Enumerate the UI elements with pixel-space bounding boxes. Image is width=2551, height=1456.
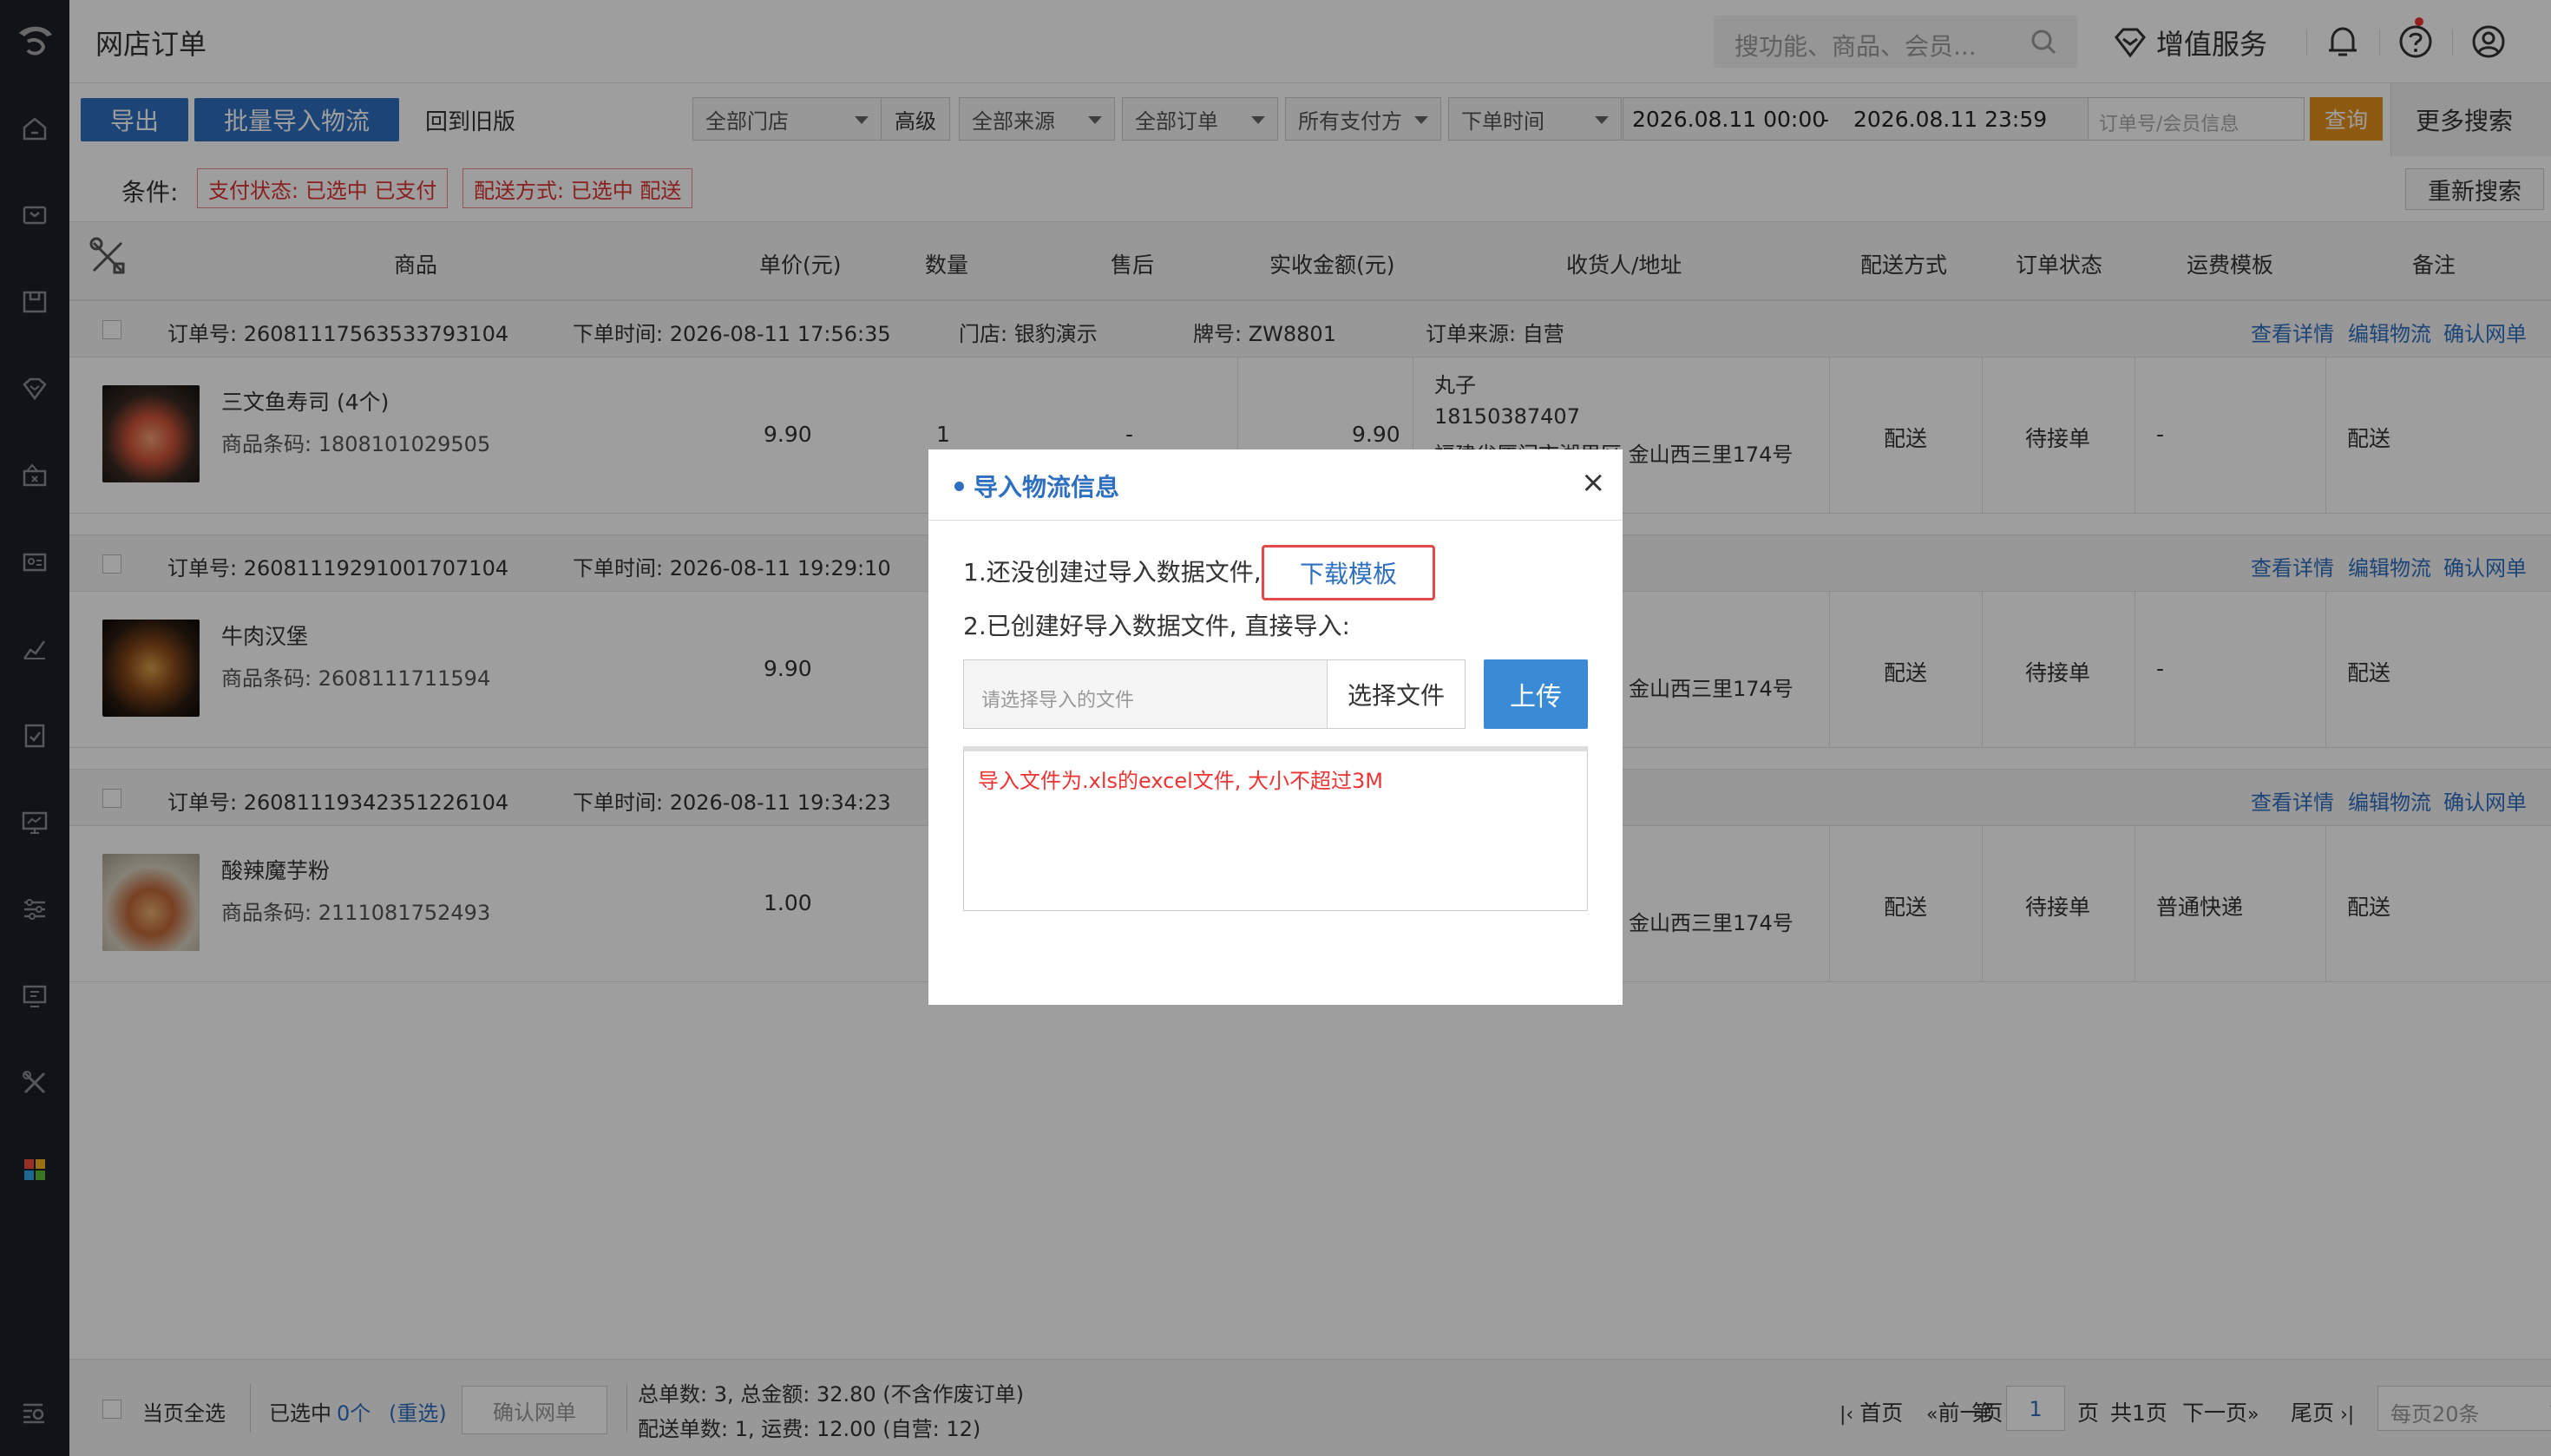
import-hint-text: 导入文件为.xls的excel文件, 大小不超过3M (978, 769, 1383, 793)
title-dot (954, 482, 964, 491)
download-template-button[interactable]: 下载模板 (1262, 545, 1435, 600)
dialog-title: 导入物流信息 (974, 473, 1120, 502)
choose-file-button[interactable]: 选择文件 (1327, 659, 1466, 729)
step1-text: 1.还没创建过导入数据文件, (963, 558, 1262, 587)
upload-button[interactable]: 上传 (1484, 659, 1588, 729)
import-logistics-dialog: 导入物流信息 × 1.还没创建过导入数据文件, 下载模板 2.已创建好导入数据文… (928, 449, 1623, 1005)
step2-text: 2.已创建好导入数据文件, 直接导入: (963, 612, 1350, 640)
dialog-header: 导入物流信息 × (928, 449, 1623, 521)
file-path-input[interactable]: 请选择导入的文件 (963, 659, 1328, 729)
close-icon[interactable]: × (1581, 465, 1606, 500)
import-message-box: 导入文件为.xls的excel文件, 大小不超过3M (963, 746, 1588, 911)
